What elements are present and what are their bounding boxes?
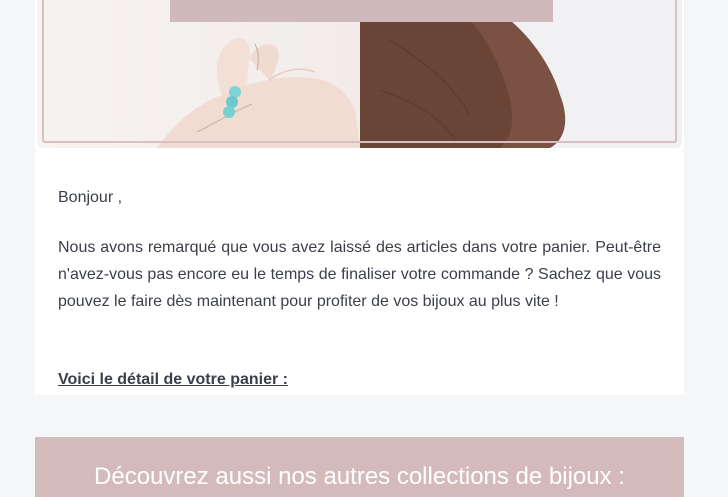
abandoned-cart-paragraph: Nous avons remarqué que vous avez laissé… <box>58 239 661 310</box>
cart-details-heading: Voici le détail de votre panier : <box>58 371 288 388</box>
email-body: Bonjour , Nous avons remarqué que vous a… <box>35 152 684 395</box>
greeting-text: Bonjour , <box>58 189 123 206</box>
hero-image <box>37 0 682 148</box>
collections-title: Découvrez aussi nos autres collections d… <box>94 463 625 490</box>
hero-banner <box>170 0 553 22</box>
hero-card <box>35 0 684 152</box>
collections-banner[interactable]: Découvrez aussi nos autres collections d… <box>35 437 684 497</box>
